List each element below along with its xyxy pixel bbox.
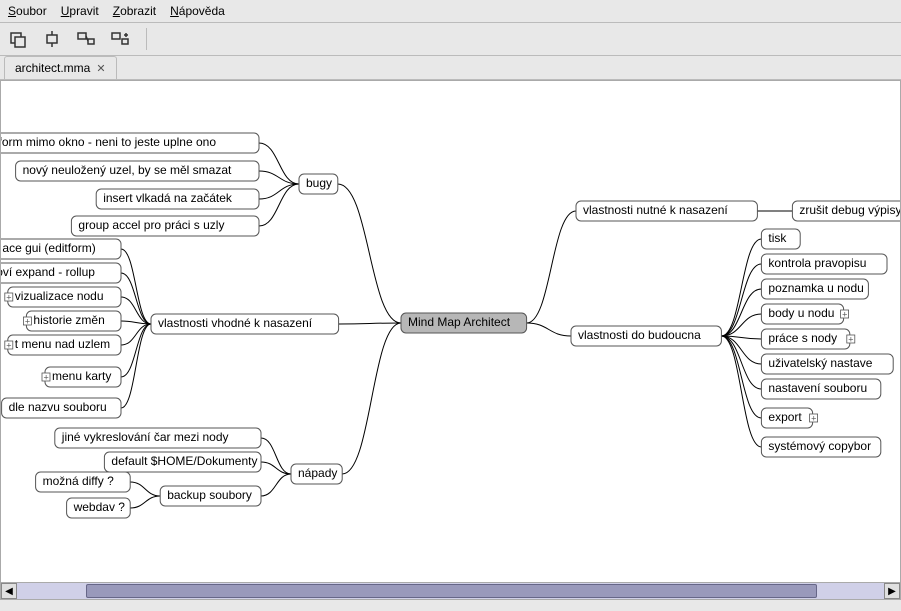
node-vhodne-4-label: t menu nad uzlem — [15, 337, 110, 351]
menu-view[interactable]: Zobrazit — [113, 4, 156, 18]
node-budoucna-6-label: nastavení souboru — [768, 381, 867, 395]
hscrollbar[interactable]: ◀ ▶ — [1, 582, 900, 599]
toolbar-btn-3[interactable] — [74, 27, 98, 51]
node-nutne[interactable]: vlastnosti nutné k nasazení — [576, 201, 757, 221]
node-vhodne-2[interactable]: vizualizace nodu + — [5, 287, 121, 307]
mindmap-canvas[interactable]: Mind Map Architect bugy editform mimo okno… — [0, 80, 901, 600]
node-vhodne-4[interactable]: t menu nad uzlem + — [5, 335, 121, 355]
node-bugy-0[interactable]: editform mimo okno - neni to jeste uplne… — [1, 133, 259, 153]
node-bugy-1-label: nový neuložený uzel, by se měl smazat — [23, 163, 232, 177]
scroll-thumb[interactable] — [86, 584, 816, 598]
node-budoucna-6[interactable]: nastavení souboru — [761, 379, 880, 399]
toolbar-btn-2[interactable] — [40, 27, 64, 51]
scroll-left-icon[interactable]: ◀ — [1, 583, 17, 599]
node-napady-1[interactable]: default $HOME/Dokumenty — [104, 452, 261, 472]
svg-text:+: + — [6, 340, 11, 350]
node-nutne-0[interactable]: zrušit debug výpisy — [792, 201, 900, 221]
mindmap-svg: Mind Map Architect bugy editform mimo okno… — [1, 81, 900, 585]
tab-close-icon[interactable]: ✕ — [96, 62, 105, 75]
node-vhodne-2-label: vizualizace nodu — [15, 289, 104, 303]
node-vhodne-0[interactable]: ace gui (editform) — [1, 239, 121, 259]
node-budoucna-1-label: kontrola pravopisu — [768, 256, 866, 270]
node-vhodne-5-label: menu karty — [52, 369, 111, 383]
node-vhodne-label: vlastnosti vhodné k nasazení — [158, 316, 313, 330]
svg-text:+: + — [848, 334, 853, 344]
menu-edit[interactable]: Upravit — [61, 4, 99, 18]
node-budoucna-0-label: tisk — [768, 231, 787, 245]
node-budoucna-7-label: export — [768, 410, 802, 424]
node-bugy[interactable]: bugy — [299, 174, 338, 194]
node-bugy-label: bugy — [306, 176, 332, 190]
node-napady-2[interactable]: backup soubory — [160, 486, 261, 506]
scroll-right-icon[interactable]: ▶ — [884, 583, 900, 599]
svg-text:+: + — [44, 372, 49, 382]
node-vhodne[interactable]: vlastnosti vhodné k nasazení — [151, 314, 339, 334]
node-vhodne-6-label: dle nazvu souboru — [9, 400, 107, 414]
svg-text:+: + — [6, 292, 11, 302]
node-bugy-1[interactable]: nový neuložený uzel, by se měl smazat — [16, 161, 259, 181]
node-backup-1-label: webdav ? — [73, 500, 126, 514]
tab-architect[interactable]: architect.mma ✕ — [4, 56, 117, 79]
node-budoucna-2-label: poznamka u nodu — [768, 281, 863, 295]
node-backup-0-label: možná diffy ? — [43, 474, 114, 488]
node-vhodne-6[interactable]: dle nazvu souboru — [2, 398, 121, 418]
node-budoucna-4[interactable]: práce s nody + — [761, 329, 854, 349]
node-budoucna-1[interactable]: kontrola pravopisu — [761, 254, 887, 274]
node-budoucna-4-label: práce s nody — [768, 331, 837, 345]
node-bugy-3[interactable]: group accel pro práci s uzly — [71, 216, 259, 236]
node-vhodne-1[interactable]: oví expand - rollup — [1, 263, 121, 283]
tabbar: architect.mma ✕ — [0, 56, 901, 80]
node-backup-1[interactable]: webdav ? — [67, 498, 131, 518]
toolbar-btn-4[interactable] — [108, 27, 132, 51]
node-vhodne-3[interactable]: historie změn+ — [23, 311, 121, 331]
scroll-track[interactable] — [17, 583, 884, 599]
toolbar — [0, 23, 901, 56]
node-budoucna-7[interactable]: export + — [761, 408, 817, 428]
svg-text:+: + — [25, 316, 30, 326]
menu-help[interactable]: Nápověda — [170, 4, 225, 18]
node-napady-0-label: jiné vykreslování čar mezi nody — [61, 430, 229, 444]
root-node[interactable]: Mind Map Architect — [401, 313, 527, 333]
node-vhodne-0-label: ace gui (editform) — [2, 241, 95, 255]
node-napady-label: nápady — [298, 466, 337, 480]
node-napady[interactable]: nápady — [291, 464, 342, 484]
menu-file[interactable]: Soubor — [8, 4, 47, 18]
node-nutne-label: vlastnosti nutné k nasazení — [583, 203, 728, 217]
node-budoucna[interactable]: vlastnosti do budoucna — [571, 326, 721, 346]
svg-text:+: + — [811, 413, 816, 423]
node-bugy-0-label: editform mimo okno - neni to jeste uplne… — [1, 135, 216, 149]
toolbar-sep — [146, 28, 147, 50]
node-budoucna-3[interactable]: body u nodu + — [761, 304, 848, 324]
node-napady-2-label: backup soubory — [167, 488, 252, 502]
node-budoucna-0[interactable]: tisk — [761, 229, 800, 249]
node-budoucna-8[interactable]: systémový copybor — [761, 437, 880, 457]
svg-text:+: + — [842, 309, 847, 319]
tab-label: architect.mma — [15, 61, 90, 75]
node-budoucna-label: vlastnosti do budoucna — [578, 328, 701, 342]
node-nutne-0-label: zrušit debug výpisy — [799, 203, 900, 217]
node-napady-0[interactable]: jiné vykreslování čar mezi nody — [55, 428, 261, 448]
node-napady-1-label: default $HOME/Dokumenty — [111, 454, 257, 468]
node-budoucna-5-label: uživatelský nastave — [768, 356, 872, 370]
node-vhodne-1-label: oví expand - rollup — [1, 265, 95, 279]
node-budoucna-2[interactable]: poznamka u nodu — [761, 279, 868, 299]
node-budoucna-8-label: systémový copybor — [768, 439, 871, 453]
node-budoucna-5[interactable]: uživatelský nastave — [761, 354, 893, 374]
menubar: Soubor Upravit Zobrazit Nápověda — [0, 0, 901, 23]
node-bugy-3-label: group accel pro práci s uzly — [78, 218, 224, 232]
node-bugy-2[interactable]: insert vlkadá na začátek — [96, 189, 259, 209]
node-budoucna-3-label: body u nodu — [768, 306, 834, 320]
toolbar-btn-1[interactable] — [6, 27, 30, 51]
node-bugy-2-label: insert vlkadá na začátek — [103, 191, 233, 205]
node-vhodne-5[interactable]: menu karty+ — [42, 367, 121, 387]
root-node-label: Mind Map Architect — [408, 315, 511, 329]
node-vhodne-3-label: historie změn — [33, 313, 104, 327]
node-backup-0[interactable]: možná diffy ? — [36, 472, 131, 492]
